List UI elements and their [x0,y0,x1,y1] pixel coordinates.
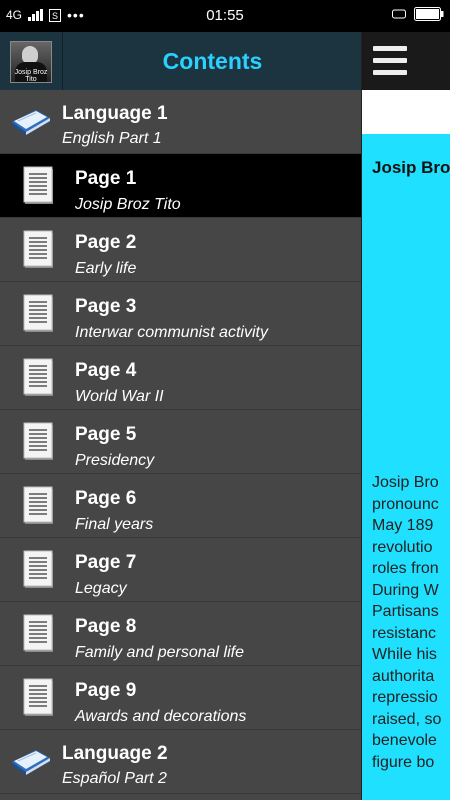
article-line: pronounc [372,495,439,513]
article-line: authorita [372,667,435,685]
item-subtitle: English Part 1 [62,130,162,147]
document-icon [23,614,57,654]
article-line: Partisans [372,603,439,620]
article-line: During W [372,581,439,599]
item-subtitle: Final years [75,516,154,533]
language-item-language-2[interactable]: Language 2 Español Part 2 [0,730,361,794]
document-icon [23,550,57,590]
document-icon [23,230,57,270]
book-icon [10,746,52,776]
article-line: While his [372,646,437,663]
article-line: Josip Bro [372,474,439,491]
drawer-header: Josip Broz Tito Contents [0,32,361,90]
item-subtitle: Legacy [75,580,127,597]
app-logo: Josip Broz Tito [10,41,52,83]
article-line: figure bo [372,753,435,771]
item-title: Page 5 [75,424,137,445]
battery-icon [414,7,444,21]
article-line: May 189 [372,517,434,534]
item-title: Language 2 [62,743,168,764]
page-item-page-3[interactable]: Page 3 Interwar communist activity [0,282,361,346]
document-icon [23,678,57,718]
item-subtitle: Family and personal life [75,644,244,661]
alarm-icon [392,9,406,19]
document-icon [23,294,57,334]
article-line: raised, so [372,710,442,728]
article-body: Josip Bro pronounc May 189 revolutio roles f… [372,472,450,773]
item-subtitle: World War II [75,388,164,405]
item-title: Page 7 [75,552,137,573]
item-title: Page 4 [75,360,137,381]
article-line: resistanc [372,624,437,642]
article-banner [362,90,450,134]
language-item-language-1[interactable]: Language 1 English Part 1 [0,90,361,154]
item-title: Page 3 [75,296,137,317]
page-item-page-4[interactable]: Page 4 World War II [0,346,361,410]
item-subtitle: Awards and decorations [75,708,247,725]
item-subtitle: Presidency [75,452,155,469]
item-title: Page 2 [75,232,137,253]
item-title: Page 1 [75,168,137,189]
article-line: benevole [372,732,437,749]
page-item-page-6[interactable]: Page 6 Final years [0,474,361,538]
document-icon [23,166,57,206]
navigation-drawer: Josip Broz Tito Contents Language 1 Engli… [0,32,362,800]
item-subtitle: Josip Broz Tito [75,196,181,213]
article-toolbar [362,32,450,90]
item-subtitle: Español Part 2 [62,770,167,787]
page-item-page-9[interactable]: Page 9 Awards and decorations [0,666,361,730]
item-subtitle: Early life [75,260,137,277]
document-icon [23,358,57,398]
drawer-title: Contents [162,48,263,74]
article-heading: Josip Bro [372,158,450,177]
header-divider [62,32,63,90]
page-item-page-2[interactable]: Page 2 Early life [0,218,361,282]
item-title: Page 8 [75,616,137,637]
article-line: repressio [372,689,438,706]
book-icon [10,106,52,136]
document-icon [23,422,57,462]
item-title: Page 9 [75,680,137,701]
item-title: Page 6 [75,488,137,509]
item-title: Language 1 [62,103,168,124]
contents-list: Language 1 English Part 1 Page 1 Josip Broz… [0,90,361,794]
page-item-page-1[interactable]: Page 1 Josip Broz Tito [0,154,361,218]
page-item-page-5[interactable]: Page 5 Presidency [0,410,361,474]
article-line: revolutio [372,538,433,556]
clock: 01:55 [206,7,244,24]
page-item-page-8[interactable]: Page 8 Family and personal life [0,602,361,666]
document-icon [23,486,57,526]
article-line: roles fron [372,560,439,577]
status-bar: 4G S ••• 01:55 [0,0,450,32]
menu-icon[interactable] [370,42,410,80]
page-item-page-7[interactable]: Page 7 Legacy [0,538,361,602]
item-subtitle: Interwar communist activity [75,324,268,341]
article-panel: Josip Bro Josip Bro pronounc May 189 revolu… [362,32,450,800]
